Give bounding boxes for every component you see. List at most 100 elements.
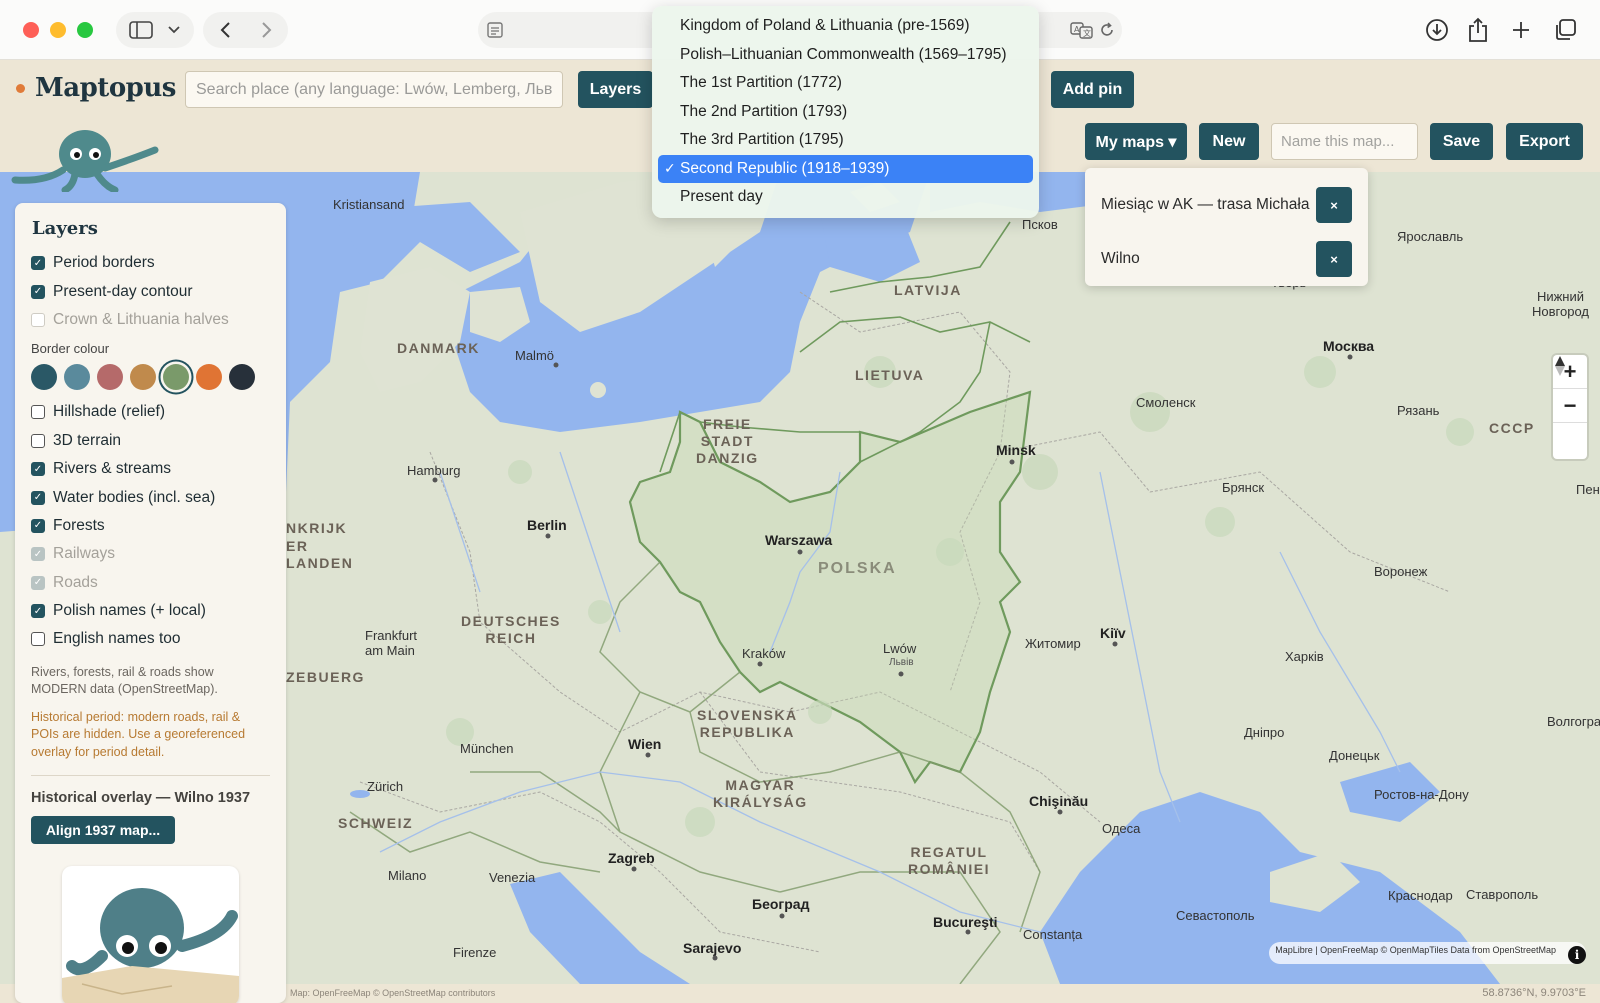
checkbox[interactable]: ✓ bbox=[31, 518, 45, 533]
city-volgograd: Волгоград bbox=[1547, 714, 1600, 729]
city-pskov: Псков bbox=[1022, 217, 1058, 232]
city-venezia: Venezia bbox=[489, 870, 536, 885]
city-sarajevo: Sarajevo bbox=[683, 940, 742, 956]
checkbox[interactable] bbox=[31, 433, 45, 448]
city-dnipro: Дніпро bbox=[1244, 725, 1285, 740]
period-option-the-1st-partition-1772[interactable]: The 1st Partition (1772) bbox=[658, 69, 1033, 98]
country-label-landen: LANDEN bbox=[286, 555, 354, 571]
zoom-out-button[interactable]: − bbox=[1553, 389, 1587, 423]
city-minsk: Minsk bbox=[996, 442, 1036, 458]
checkbox[interactable] bbox=[31, 405, 45, 420]
translate-icon[interactable]: A文 bbox=[1070, 21, 1094, 39]
download-icon[interactable] bbox=[1424, 17, 1450, 43]
layer-option-water-bodies-incl-sea[interactable]: ✓ Water bodies (incl. sea) bbox=[31, 483, 270, 511]
layer-option-period-borders[interactable]: ✓ Period borders bbox=[31, 249, 270, 277]
add-pin-button[interactable]: Add pin bbox=[1051, 71, 1134, 108]
city-beograd: Београд bbox=[752, 896, 810, 912]
chevron-down-icon bbox=[168, 26, 180, 34]
search-input[interactable] bbox=[185, 71, 563, 108]
city-malmo: Malmö bbox=[515, 348, 555, 363]
layers-button[interactable]: Layers bbox=[578, 71, 653, 108]
period-option-the-3rd-partition-1795[interactable]: The 3rd Partition (1795) bbox=[658, 126, 1033, 155]
checkbox[interactable]: ✓ bbox=[31, 284, 45, 299]
delete-map-button[interactable]: × bbox=[1316, 241, 1352, 277]
layer-option-3d-terrain[interactable]: 3D terrain bbox=[31, 427, 270, 455]
period-option-label: Polish–Lithuanian Commonwealth (1569–179… bbox=[680, 45, 1007, 63]
country-label-slovakia: SLOVENSKÁ REPUBLIKA bbox=[697, 707, 798, 740]
country-label-lietuva: LIETUVA bbox=[855, 367, 925, 383]
city-lviv-local: Львів bbox=[889, 657, 914, 668]
saved-map-item[interactable]: Wilno × bbox=[1101, 232, 1352, 286]
checkbox[interactable]: ✓ bbox=[31, 490, 45, 505]
colour-swatch[interactable] bbox=[229, 364, 255, 391]
layer-option-railways: ✓ Railways bbox=[31, 540, 270, 568]
city-voronezh: Воронеж bbox=[1374, 564, 1428, 579]
new-map-button[interactable]: New bbox=[1199, 123, 1259, 160]
forward-icon[interactable] bbox=[259, 21, 273, 39]
export-button[interactable]: Export bbox=[1506, 123, 1583, 160]
sidebar-icon bbox=[129, 21, 153, 39]
align-map-button[interactable]: Align 1937 map... bbox=[31, 816, 175, 845]
period-option-kingdom-of-poland-lithuania-pre-1569[interactable]: Kingdom of Poland & Lithuania (pre-1569) bbox=[658, 12, 1033, 41]
new-tab-icon[interactable] bbox=[1508, 17, 1534, 43]
checkbox[interactable]: ✓ bbox=[31, 604, 45, 619]
city-munchen: München bbox=[460, 741, 514, 756]
city-moskva: Москва bbox=[1323, 338, 1375, 354]
map-name-field[interactable] bbox=[1271, 123, 1418, 160]
save-button[interactable]: Save bbox=[1430, 123, 1493, 160]
compass-icon bbox=[1555, 356, 1565, 376]
colour-swatch[interactable] bbox=[31, 364, 57, 391]
period-option-present-day[interactable]: Present day bbox=[658, 183, 1033, 212]
country-label-deutsches-reich: DEUTSCHES REICH bbox=[461, 613, 561, 646]
country-label-hungary: MAGYAR KIRÁLYSÁG bbox=[713, 777, 808, 810]
my-maps-button[interactable]: My maps ▾ bbox=[1085, 123, 1187, 160]
layers-panel: Layers ✓ Period borders ✓ Present-day conto… bbox=[15, 203, 286, 1003]
saved-map-name[interactable]: Miesiąc w AK — trasa Michała bbox=[1101, 196, 1309, 214]
checkbox[interactable]: ✓ bbox=[31, 256, 45, 271]
country-label-schweiz: SCHWEIZ bbox=[338, 815, 414, 831]
colour-swatch[interactable] bbox=[163, 364, 189, 391]
city-warszawa: Warszawa bbox=[765, 532, 833, 548]
layer-option-label: Period borders bbox=[53, 254, 155, 272]
layer-option-polish-names-local[interactable]: ✓ Polish names (+ local) bbox=[31, 597, 270, 625]
country-label-er: ER bbox=[286, 538, 309, 554]
country-label-luxembourg: ZEBUERG bbox=[286, 669, 365, 685]
reload-icon[interactable] bbox=[1098, 21, 1116, 39]
map-attribution[interactable]: MapLibre | OpenFreeMap © OpenMapTiles Da… bbox=[1269, 942, 1586, 964]
delete-map-button[interactable]: × bbox=[1316, 187, 1352, 223]
period-option-polish-lithuanian-commonwealth-1569-1795[interactable]: Polish–Lithuanian Commonwealth (1569–179… bbox=[658, 41, 1033, 70]
layer-option-rivers-streams[interactable]: ✓ Rivers & streams bbox=[31, 455, 270, 483]
maximize-window-button[interactable] bbox=[77, 22, 93, 38]
checkbox[interactable]: ✓ bbox=[31, 462, 45, 477]
saved-map-item[interactable]: Miesiąc w AK — trasa Michała × bbox=[1101, 178, 1352, 232]
colour-swatch[interactable] bbox=[196, 364, 222, 391]
city-nizhny-novgorod: Нижний Новгород bbox=[1532, 289, 1589, 319]
colour-swatch[interactable] bbox=[97, 364, 123, 391]
checkbox[interactable] bbox=[31, 632, 45, 647]
city-rostov: Ростов-на-Дону bbox=[1374, 787, 1469, 802]
colour-swatch[interactable] bbox=[64, 364, 90, 391]
saved-map-name[interactable]: Wilno bbox=[1101, 250, 1140, 268]
layer-option-present-day-contour[interactable]: ✓ Present-day contour bbox=[31, 277, 270, 305]
layer-option-forests[interactable]: ✓ Forests bbox=[31, 512, 270, 540]
sidebar-toggle-button[interactable] bbox=[116, 12, 194, 48]
back-icon[interactable] bbox=[219, 21, 233, 39]
layer-option-label: Roads bbox=[53, 573, 98, 591]
compass-button[interactable] bbox=[1553, 356, 1587, 457]
period-option-the-2nd-partition-1793[interactable]: The 2nd Partition (1793) bbox=[658, 98, 1033, 127]
city-frankfurt: Frankfurt am Main bbox=[365, 628, 418, 658]
info-icon[interactable]: i bbox=[1568, 946, 1586, 964]
layer-option-english-names-too[interactable]: English names too bbox=[31, 625, 270, 653]
tab-overview-icon[interactable] bbox=[1552, 17, 1578, 43]
close-window-button[interactable] bbox=[23, 22, 39, 38]
minimize-window-button[interactable] bbox=[50, 22, 66, 38]
layer-option-hillshade-relief[interactable]: Hillshade (relief) bbox=[31, 398, 270, 426]
layer-option-label: 3D terrain bbox=[53, 431, 122, 449]
checkmark-icon: ✓ bbox=[664, 160, 676, 177]
historical-overlay-title: Historical overlay — Wilno 1937 bbox=[31, 790, 251, 807]
city-chisinau: Chişinău bbox=[1029, 793, 1089, 809]
share-icon[interactable] bbox=[1465, 17, 1491, 43]
period-option-second-republic-1918-1939[interactable]: ✓ Second Republic (1918–1939) bbox=[658, 154, 1033, 183]
svg-text:A: A bbox=[1074, 25, 1080, 34]
colour-swatch[interactable] bbox=[130, 364, 156, 391]
